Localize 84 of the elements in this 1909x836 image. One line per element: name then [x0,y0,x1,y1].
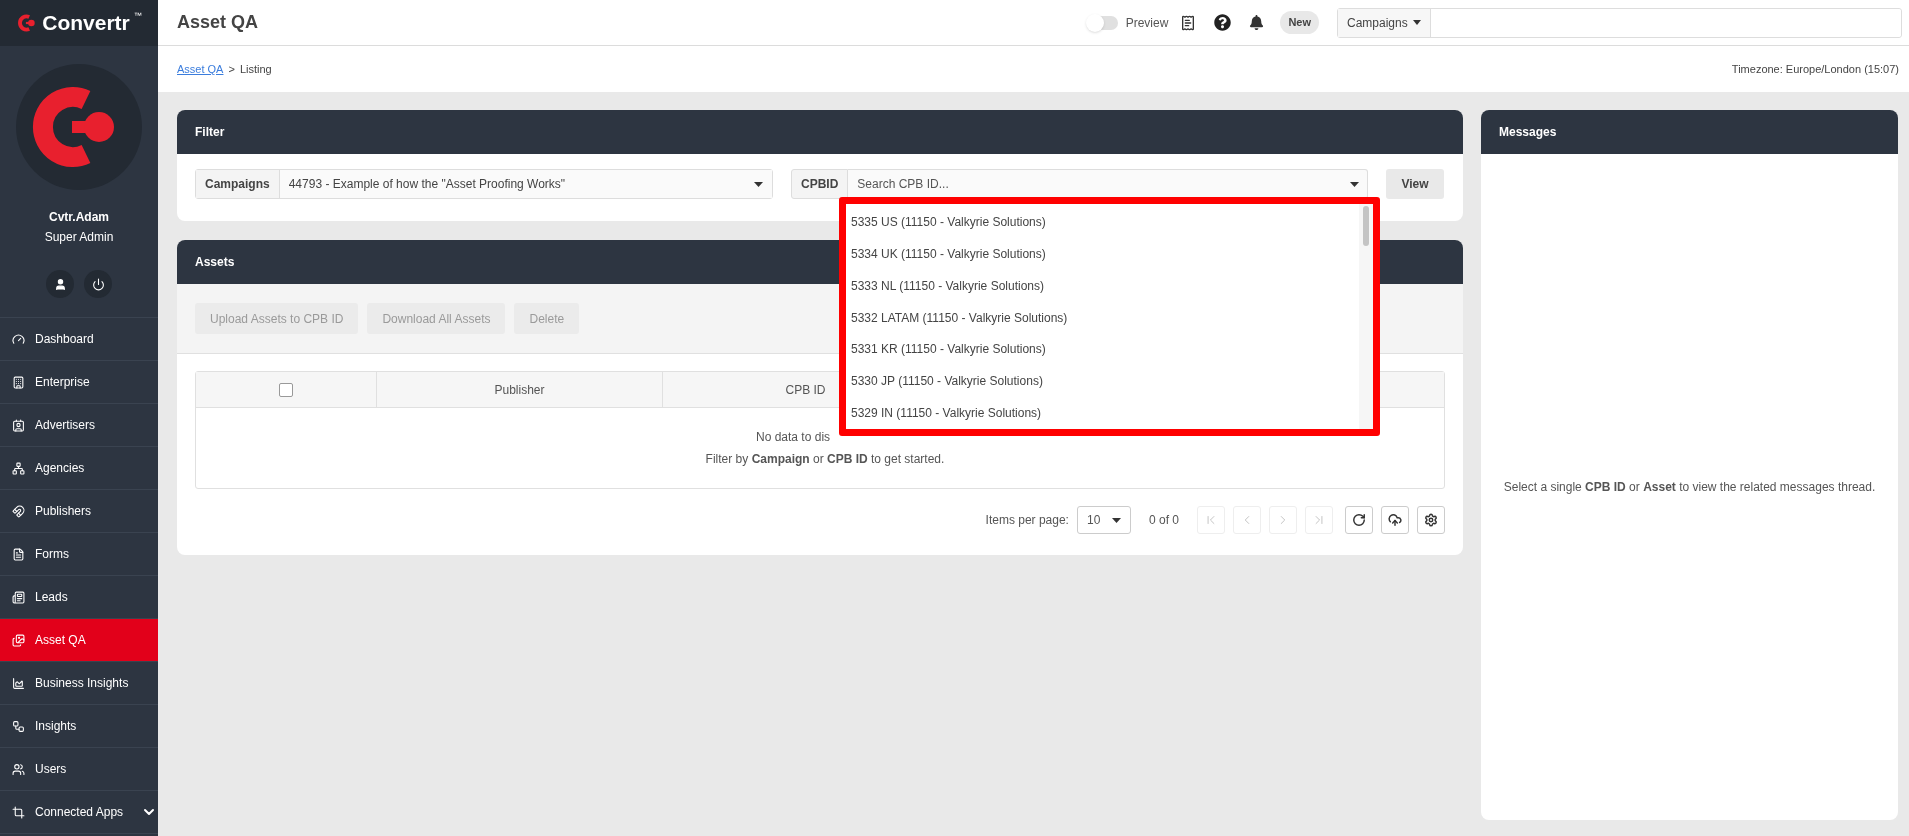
last-page-icon [1312,513,1326,527]
pagination-button[interactable] [1381,506,1409,534]
pagination-button[interactable] [1345,506,1373,534]
card-title: Filter [195,124,225,141]
empty-hint: Filter by Campaign or CPB ID to get started. [704,451,946,468]
help-icon[interactable] [1214,14,1232,31]
gauge-icon [12,332,25,346]
list-icon [12,590,25,604]
workflow-icon [12,719,25,733]
refresh-icon [1352,513,1366,527]
page-range: 0 of 0 [1148,512,1179,529]
magnet-icon [12,504,25,518]
logout-button[interactable] [84,270,112,298]
sidebar-item[interactable]: Agencies [0,447,158,490]
dropdown-option[interactable]: 5332 LATAM (11150 - Valkyrie Solutions) [846,301,1359,334]
scrollbar[interactable] [1359,204,1373,429]
sidebar-item[interactable]: Business Insights [0,662,158,705]
caret-icon [1412,20,1421,25]
campaign-label: Campaigns [196,170,280,198]
area-chart-icon [12,676,25,690]
dropdown-option[interactable]: 5334 UK (11150 - Valkyrie Solutions) [846,237,1359,270]
trademark: ™ [133,10,142,22]
sidebar-item[interactable]: Asset QA [0,619,158,662]
form-icon [12,547,25,561]
dropdown-option[interactable]: 5329 IN (11150 - Valkyrie Solutions) [846,397,1359,429]
preview-toggle[interactable] [1087,15,1118,30]
crop-icon [12,805,25,819]
sidebar-item[interactable]: Connected Apps [0,791,158,834]
empty-message: No data to dis [755,429,832,446]
timezone-label: Timezone: Europe/London (15:07) [1731,61,1899,77]
users-icon [12,762,25,776]
caret-icon [1111,517,1121,523]
header-search-field[interactable]: Campaigns [1337,7,1902,38]
profile-button[interactable] [46,270,74,298]
cpbid-search-field[interactable]: Search CPB ID... [848,169,1342,199]
sidebar-item[interactable]: Enterprise [0,361,158,404]
page-size-select[interactable]: 10 [1076,506,1131,534]
brand-name: Convertr [42,10,130,37]
view-button[interactable]: View [1386,169,1444,199]
cloud-upload-icon [1388,513,1402,527]
user-role: Super Admin [44,229,114,246]
sidebar-item[interactable]: Advertisers [0,404,158,447]
contact-card-icon [12,418,25,432]
dropdown-toggle[interactable] [1342,169,1368,199]
select-all-checkbox[interactable] [279,382,293,397]
sidebar-item[interactable]: Publishers [0,490,158,533]
cpbid-label: CPBID [791,169,849,199]
page-title: Asset QA [177,11,259,34]
breadcrumb-current: Listing [239,61,272,77]
settings-icon [1424,513,1438,527]
sidebar-item[interactable]: Forms [0,533,158,576]
sidebar-item[interactable]: Dashboard [0,318,158,361]
power-icon [91,277,105,291]
network-icon [12,461,25,475]
search-scope-dropdown[interactable]: Campaigns [1338,8,1431,37]
avatar-logo-icon [16,64,142,190]
campaign-select[interactable]: Campaigns 44793 - Example of how the "Asset Proofing Works" [195,169,773,199]
sidebar-item[interactable]: Users [0,748,158,791]
first-page-icon [1204,513,1218,527]
user-name: Cvtr.Adam [49,209,109,226]
document-icon[interactable] [1180,14,1197,31]
dropdown-option[interactable]: 5333 NL (11150 - Valkyrie Solutions) [846,269,1359,302]
breadcrumb-link[interactable]: Asset QA [177,60,224,78]
dropdown-option[interactable]: 5330 JP (11150 - Valkyrie Solutions) [846,365,1359,398]
brand-logo[interactable]: Convertr ™ [0,0,158,46]
bell-icon[interactable] [1249,15,1265,30]
sidebar-item[interactable]: Insights [0,705,158,748]
preview-label: Preview [1125,14,1169,32]
caret-icon [754,181,763,187]
card-title: Messages [1499,124,1557,141]
breadcrumb-separator: > [228,61,235,77]
user-icon [53,277,67,291]
dropdown-option[interactable]: 5331 KR (11150 - Valkyrie Solutions) [846,333,1359,366]
card-title: Assets [195,254,235,271]
caret-icon [1350,181,1359,187]
new-badge[interactable]: New [1280,11,1319,34]
items-per-page-label: Items per page: [985,512,1069,529]
column-header: Publisher [377,372,663,407]
pagination-button[interactable] [1417,506,1445,534]
campaign-value: 44793 - Example of how the "Asset Proofing Works" [288,176,566,193]
messages-hint: Select a single CPB ID or Asset to view the related messages thread. [1503,479,1876,496]
building-icon [12,375,25,389]
dropdown-option[interactable]: 5335 US (11150 - Valkyrie Solutions) [846,206,1359,238]
images-icon [12,633,25,647]
